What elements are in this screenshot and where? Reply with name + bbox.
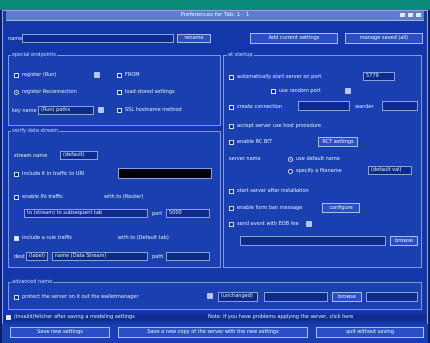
send-event-checkbox[interactable] [229,222,234,227]
browse-button[interactable]: browse [390,236,418,246]
server-name-label: server name [229,156,261,162]
default-tab-label: with to (Default tab) [118,235,169,241]
ssl-hostname-label: SSL hostname method [125,107,182,113]
gear-icon[interactable] [306,221,312,227]
protect-path-input[interactable] [264,292,328,302]
auto-start-server-checkbox[interactable] [229,75,234,80]
traffic-uri-input[interactable] [118,168,212,179]
port-label: port [152,211,163,217]
subsequent-tab-input[interactable]: to (stream) to subsequent tab [24,209,148,218]
startup-port-input[interactable]: 5779 [363,72,395,81]
gear-icon[interactable] [207,293,213,299]
create-connection-label: create connection [237,104,283,110]
advanced-name-legend: advanced name [11,279,54,285]
gear-icon[interactable] [345,88,351,94]
dest-input[interactable]: (label) [26,252,48,261]
dest-label: dest [14,254,25,260]
title-bar[interactable]: Preferences for Tab: 1 - 1 [6,11,424,21]
status-right-link[interactable]: Note: If you have problems applying the … [208,314,353,320]
from-checkbox[interactable] [117,73,122,78]
stream-name-label: stream name [14,153,48,159]
filename-input[interactable]: (default val) [368,166,412,175]
protect-extra-input[interactable] [366,292,418,302]
window-title: Preferences for Tab: 1 - 1 [180,12,250,18]
port-input[interactable]: 5000 [166,209,210,218]
data-stream-name-input[interactable]: name (Data Stream) [52,252,148,261]
default-name-radio[interactable] [288,157,293,162]
load-stored-settings-label: load stored settings [125,89,175,95]
rct-settings-button[interactable]: RCT settings [318,137,358,147]
configure-button[interactable]: configure [322,203,360,213]
special-endpoints-legend: special endpoints [11,52,57,58]
auto-start-server-label: automatically start server on port [237,74,322,80]
name-label: name [8,36,23,42]
add-current-settings-button[interactable]: Add current settings [250,33,338,44]
protect-select[interactable]: (unchanged) [218,292,258,302]
wander-input[interactable] [382,101,418,111]
at-startup-legend: at startup [227,52,254,58]
include-rule-label: include a rule traffic [22,235,73,241]
enable-lfo-label: enable lfo traffic [22,194,63,200]
load-stored-settings-checkbox[interactable] [117,90,122,95]
enable-rc-bit-checkbox[interactable] [229,140,234,145]
status-checkbox[interactable] [6,315,11,320]
start-after-install-checkbox[interactable] [229,189,234,194]
include-traffic-label: Include it in traffic to URI [22,171,85,177]
quit-without-saving-button[interactable]: quit without saving [316,327,424,338]
manage-saved-button[interactable]: manage saved (all) [345,33,423,44]
name-input[interactable] [22,34,174,43]
stream-name-input[interactable]: (default) [60,151,98,160]
gear-icon[interactable] [98,107,104,113]
data-stream-legend: verify data stream [11,128,60,134]
send-event-label: send event with EOB fee [237,221,299,227]
key-name-input[interactable]: (Run) paths [38,106,94,115]
protect-server-label: protect the server on it out the walletm… [22,294,139,300]
status-left-text: (Invalid)fetcher after saving a modeling… [14,314,135,320]
protect-browse-button[interactable]: browse [332,292,362,302]
save-new-copy-button[interactable]: Save a new copy of the server with the n… [118,327,308,338]
ssl-hostname-checkbox[interactable] [117,108,122,113]
form-ban-label: enable form ban message [237,205,303,211]
rename-button[interactable]: rename [177,34,211,43]
router-label: with to (Router) [104,194,144,200]
include-traffic-checkbox[interactable] [14,172,19,177]
default-name-label: use default name [296,156,340,162]
accept-server-checkbox[interactable] [229,124,234,129]
from-label: FROM [125,72,140,78]
enable-rc-bit-label: enable RC BIT [237,139,272,145]
accept-server-label: accept server use host procedure [237,123,321,129]
status-bar: (Invalid)fetcher after saving a modeling… [4,314,426,321]
path-label: path [152,254,164,260]
desktop-top-strip [0,0,430,10]
enable-lfo-checkbox[interactable] [14,195,19,200]
wander-label: wander [355,104,374,110]
specify-filename-radio[interactable] [288,169,293,174]
start-after-install-label: start server after installation [237,188,309,194]
form-ban-checkbox[interactable] [229,206,234,211]
random-port-checkbox[interactable] [271,89,276,94]
path-input[interactable] [166,252,210,261]
maximize-button[interactable] [407,12,414,18]
gear-icon[interactable] [94,72,100,78]
include-rule-checkbox[interactable] [14,236,19,241]
random-port-label: use random port [279,88,321,94]
register-reconnection-radio[interactable] [14,90,19,95]
protect-server-checkbox[interactable] [14,295,19,300]
register-reconnection-label: register Reconnection [22,89,77,95]
key-name-label: key name [12,108,37,114]
create-connection-input[interactable] [298,101,350,111]
close-button[interactable] [415,12,422,18]
send-event-input[interactable] [240,236,386,246]
save-new-settings-button[interactable]: Save new settings [10,327,110,338]
register-run-checkbox[interactable] [14,73,19,78]
specify-filename-label: specify a filename [296,168,342,174]
minimize-button[interactable] [399,12,406,18]
create-connection-checkbox[interactable] [229,105,234,110]
register-run-label: register (Run) [22,72,57,78]
